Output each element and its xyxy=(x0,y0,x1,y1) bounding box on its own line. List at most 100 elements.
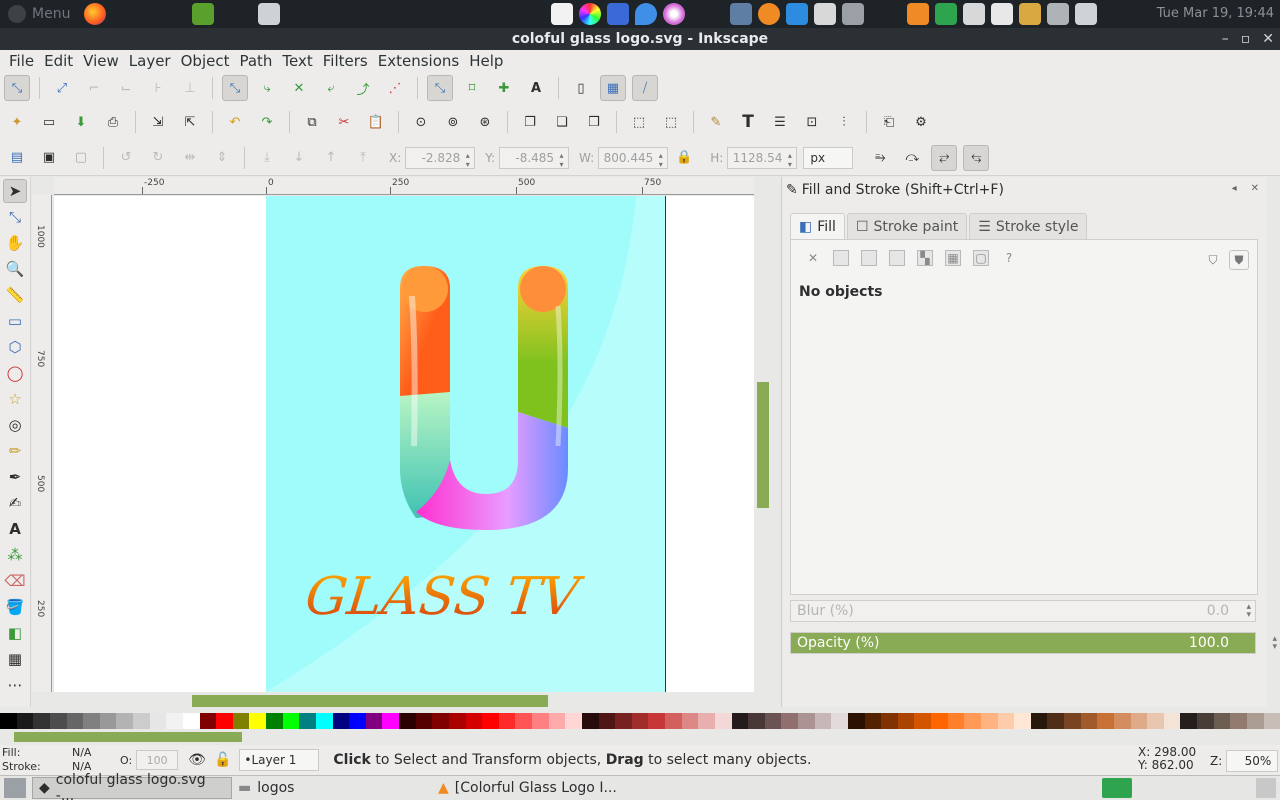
palette-swatch[interactable] xyxy=(781,713,798,729)
fill-stroke-icon[interactable]: ✎ xyxy=(703,109,729,135)
palette-swatch[interactable] xyxy=(1080,713,1098,729)
palette-swatch[interactable] xyxy=(1030,713,1048,729)
select-all-icon[interactable]: ▤ xyxy=(4,145,30,171)
bluetooth-icon[interactable] xyxy=(935,3,957,25)
node-tool-icon[interactable]: ⤡ xyxy=(3,205,27,229)
gradient-tool-icon[interactable]: ◧ xyxy=(3,621,27,645)
updates-icon[interactable] xyxy=(1019,3,1041,25)
palette-swatch[interactable] xyxy=(465,713,483,729)
palette-swatch[interactable] xyxy=(349,713,366,729)
star-tool-icon[interactable]: ☆ xyxy=(3,387,27,411)
opacity-spin-arrows[interactable]: ▴ ▾ xyxy=(1272,635,1277,652)
unset-paint-icon[interactable]: ▢ xyxy=(973,250,989,266)
fill-rule-evenodd-icon[interactable]: ⛉ xyxy=(1203,250,1223,270)
palette-swatch[interactable] xyxy=(83,713,100,729)
blender-icon[interactable] xyxy=(758,3,780,25)
snap-smooth-icon[interactable]: ⤴ xyxy=(350,75,376,101)
tray-trash-icon[interactable] xyxy=(1256,778,1276,798)
x-field[interactable]: -2.828 xyxy=(405,146,476,169)
package-icon[interactable] xyxy=(607,3,629,25)
layer-lock-icon[interactable]: 🔓 xyxy=(214,752,231,768)
system-menu-button[interactable]: Menu xyxy=(8,5,70,23)
raise-to-top-icon[interactable]: ⤒ xyxy=(350,145,376,171)
menu-path[interactable]: Path xyxy=(234,52,277,70)
palette-swatch[interactable] xyxy=(1130,713,1148,729)
ungroup-icon[interactable]: ⬚ xyxy=(658,109,684,135)
palette-swatch[interactable] xyxy=(515,713,532,729)
copy-icon[interactable]: ⧉ xyxy=(299,109,325,135)
rotate-cw-icon[interactable]: ↻ xyxy=(145,145,171,171)
palette-swatch[interactable] xyxy=(615,713,632,729)
measure-tool-icon[interactable]: 📏 xyxy=(3,283,27,307)
palette-swatch[interactable] xyxy=(299,713,316,729)
palette-swatch[interactable] xyxy=(149,713,167,729)
palette-swatch[interactable] xyxy=(748,713,765,729)
palette-swatch[interactable] xyxy=(216,713,233,729)
xml-editor-icon[interactable]: ⊡ xyxy=(799,109,825,135)
palette-swatch[interactable] xyxy=(66,713,84,729)
palette-swatch[interactable] xyxy=(1246,713,1264,729)
palette-swatch[interactable] xyxy=(166,713,183,729)
palette-swatch[interactable] xyxy=(1064,713,1081,729)
move-patterns-icon[interactable]: ⥃ xyxy=(963,144,990,171)
horizontal-ruler[interactable]: -250 0 250 500 750 xyxy=(54,177,754,195)
palette-swatch[interactable] xyxy=(1113,713,1131,729)
display-icon[interactable] xyxy=(1075,3,1097,25)
snap-bbox-edge-icon[interactable]: ⌐ xyxy=(81,75,107,101)
3d-box-tool-icon[interactable]: ⬡ xyxy=(3,335,27,359)
palette-swatch[interactable] xyxy=(498,713,516,729)
snap-bbox-icon[interactable]: ⤢ xyxy=(49,75,75,101)
layer-visibility-icon[interactable]: 👁 xyxy=(188,752,206,768)
palette-swatch[interactable] xyxy=(399,713,416,729)
snap-paths-icon[interactable]: ⤷ xyxy=(254,75,280,101)
lock-ratio-icon[interactable]: 🔒 xyxy=(671,145,697,171)
menu-layer[interactable]: Layer xyxy=(124,52,176,70)
rectangle-tool-icon[interactable]: ▭ xyxy=(3,309,27,333)
snap-rotation-center-icon[interactable]: ✚ xyxy=(491,75,517,101)
palette-swatch[interactable] xyxy=(1230,713,1247,729)
tab-stroke-paint[interactable]: ☐ Stroke paint xyxy=(846,213,968,239)
swatch-icon[interactable]: ▦ xyxy=(945,250,961,266)
palette-swatch[interactable] xyxy=(764,713,782,729)
layers-icon[interactable]: ☰ xyxy=(767,109,793,135)
menu-file[interactable]: File xyxy=(4,52,39,70)
zoom-tool-icon[interactable]: 🔍 xyxy=(3,257,27,281)
zoom-field[interactable]: 50% xyxy=(1226,750,1279,772)
w-field[interactable]: 800.445 xyxy=(598,146,669,169)
open-icon[interactable]: ▭ xyxy=(36,109,62,135)
palette-swatch[interactable] xyxy=(847,713,865,729)
palette-swatch[interactable] xyxy=(814,713,832,729)
palette-swatch[interactable] xyxy=(997,713,1015,729)
snap-guide-icon[interactable]: ⧸ xyxy=(632,75,658,101)
redo-icon[interactable]: ↷ xyxy=(254,109,280,135)
palette-swatch[interactable] xyxy=(864,713,882,729)
palette-swatch[interactable] xyxy=(116,713,133,729)
menu-help[interactable]: Help xyxy=(464,52,508,70)
firefox-icon[interactable] xyxy=(84,3,107,25)
mesh-tool-icon[interactable]: ▦ xyxy=(3,647,27,671)
text-tool-icon[interactable]: A xyxy=(3,517,27,541)
palette-swatch[interactable] xyxy=(1163,713,1181,729)
palette-swatch[interactable] xyxy=(548,713,566,729)
h-field[interactable]: 1128.54 xyxy=(727,146,798,169)
blur-slider[interactable]: Blur (%) 0.0 ▴ ▾ xyxy=(790,600,1256,622)
palette-scrollbar[interactable] xyxy=(0,730,1280,744)
disc-icon[interactable] xyxy=(663,3,685,25)
palette-swatch[interactable] xyxy=(532,713,549,729)
palette-swatch[interactable] xyxy=(49,713,67,729)
palette-swatch[interactable] xyxy=(831,713,848,729)
snap-intersection-icon[interactable]: ✕ xyxy=(286,75,312,101)
palette-swatch[interactable] xyxy=(332,713,350,729)
palette-swatch[interactable] xyxy=(581,713,599,729)
logo-artwork[interactable]: GLASS TV xyxy=(266,196,666,692)
minimize-icon[interactable]: – xyxy=(1222,28,1229,50)
drawing-canvas[interactable]: GLASS TV xyxy=(54,196,754,692)
screenshot-icon[interactable] xyxy=(258,3,281,25)
robot-icon[interactable] xyxy=(842,3,864,25)
pen-tool-icon[interactable]: ✒ xyxy=(3,465,27,489)
palette-swatch[interactable] xyxy=(698,713,715,729)
blur-spin-arrows[interactable]: ▴ ▾ xyxy=(1246,603,1251,620)
palette-swatch[interactable] xyxy=(964,713,981,729)
eraser-tool-icon[interactable]: ⌫ xyxy=(3,569,27,593)
vertical-ruler[interactable]: 1000 750 500 250 xyxy=(32,195,52,692)
